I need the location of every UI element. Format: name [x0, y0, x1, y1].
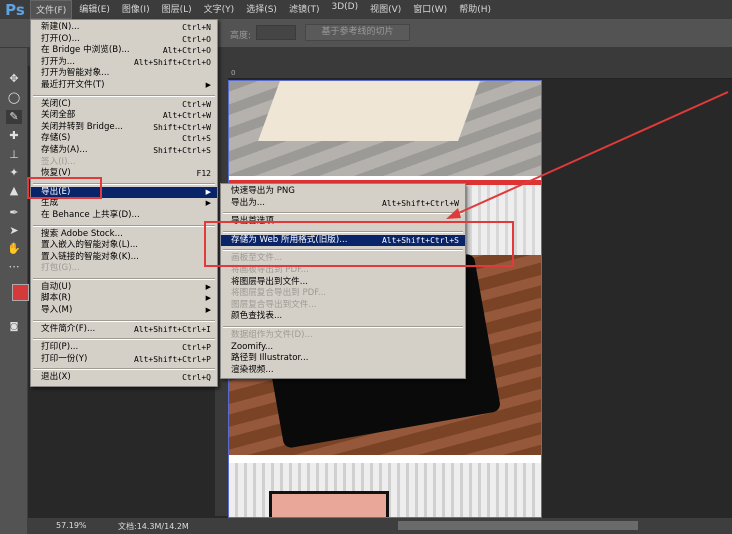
annotation-arrow [446, 91, 729, 219]
